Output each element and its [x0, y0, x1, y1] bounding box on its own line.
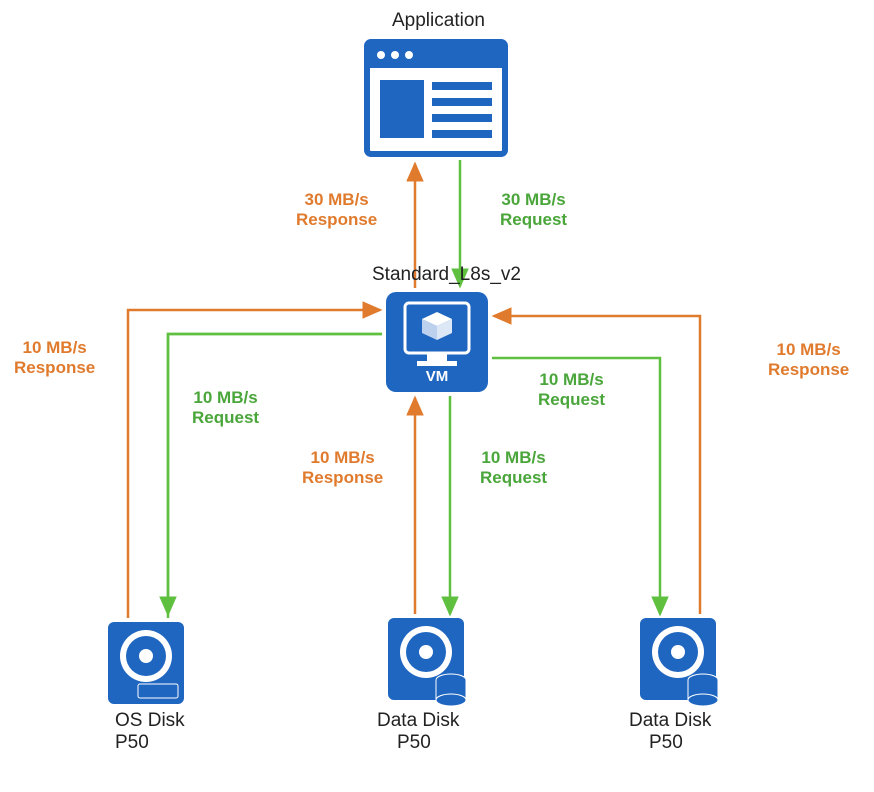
app-response-label: 30 MB/sResponse [296, 190, 377, 231]
vm-label: VM [387, 368, 487, 385]
diagram-canvas [0, 0, 874, 792]
application-title: Application [392, 10, 485, 33]
data-disk-1-label: Data Disk [377, 710, 459, 733]
dd1-request-label: 10 MB/sRequest [480, 448, 547, 489]
os-disk-icon [108, 622, 184, 704]
data-disk-1-icon [388, 618, 466, 706]
vm-title: Standard_L8s_v2 [372, 264, 521, 287]
os-disk-label: OS Disk [115, 710, 185, 733]
app-request-label: 30 MB/sRequest [500, 190, 567, 231]
data-disk-2-label: Data Disk [629, 710, 711, 733]
os-disk-tier: P50 [115, 732, 149, 755]
dd2-response-label: 10 MB/sResponse [768, 340, 849, 381]
application-icon [367, 42, 505, 154]
dd2-request-label: 10 MB/sRequest [538, 370, 605, 411]
data-disk-1-tier: P50 [397, 732, 431, 755]
data-disk-2-icon [640, 618, 718, 706]
dd1-response-label: 10 MB/sResponse [302, 448, 383, 489]
data-disk-2-tier: P50 [649, 732, 683, 755]
os-response-label: 10 MB/sResponse [14, 338, 95, 379]
os-request-label: 10 MB/sRequest [192, 388, 259, 429]
